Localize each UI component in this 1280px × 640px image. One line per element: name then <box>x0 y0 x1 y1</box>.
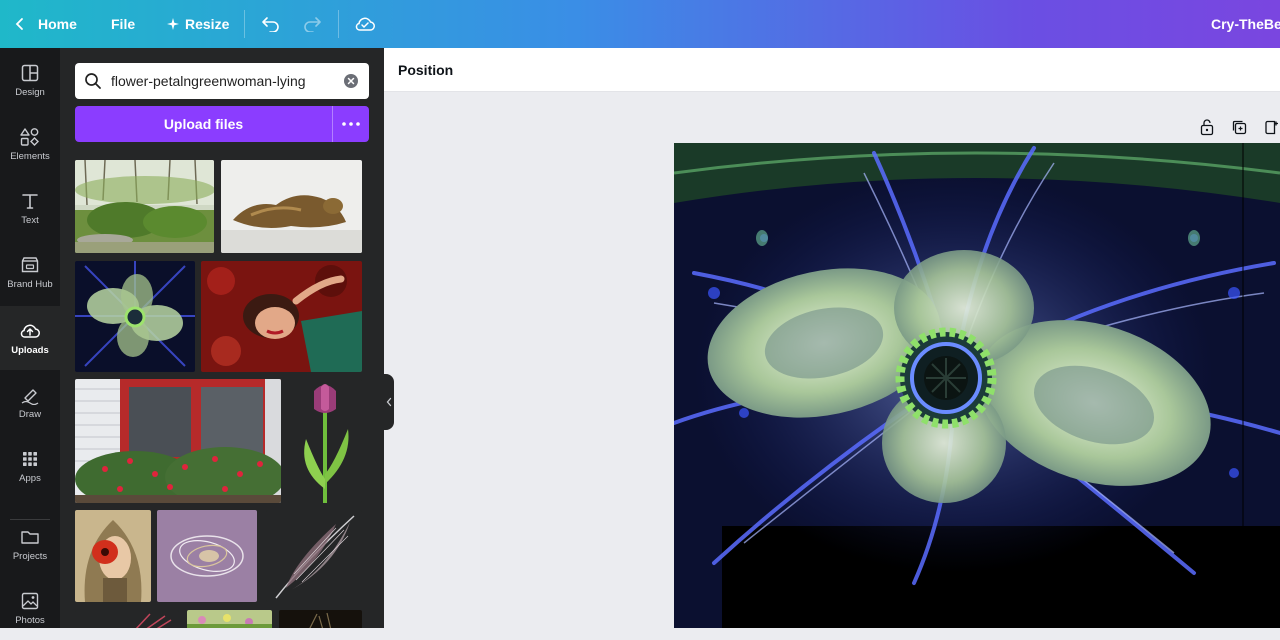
lock-page-button[interactable] <box>1199 117 1215 137</box>
file-label: File <box>111 16 136 32</box>
rail-item-projects[interactable]: Projects <box>0 512 60 576</box>
upload-files-label: Upload files <box>163 116 244 132</box>
home-button[interactable]: Home <box>14 0 77 48</box>
woman-with-flower-image <box>75 510 151 602</box>
undo-button[interactable] <box>261 0 281 48</box>
rail-item-label: Uploads <box>11 344 49 356</box>
tulip-field-image <box>187 610 272 628</box>
text-icon <box>22 193 38 209</box>
duplicate-page-button[interactable] <box>1231 117 1248 137</box>
undo-icon <box>262 17 279 32</box>
rail-item-label: Photos <box>15 614 45 626</box>
rail-item-brand-hub[interactable]: Brand Hub <box>0 240 60 304</box>
cloud-save-button[interactable] <box>354 0 376 48</box>
redo-button[interactable] <box>302 0 322 48</box>
mud-maid-garden-image <box>75 160 214 253</box>
cloud-check-icon <box>355 17 375 31</box>
file-menu-button[interactable]: File <box>111 0 135 48</box>
uploaded-image-thumbnail[interactable] <box>75 379 281 503</box>
dark-flower-image <box>279 610 362 628</box>
add-page-icon <box>1265 120 1278 134</box>
design-icon <box>21 64 39 81</box>
context-toolbar: Position <box>384 48 1280 92</box>
uploaded-image-thumbnail[interactable] <box>157 510 257 602</box>
topbar-divider <box>338 10 339 38</box>
rail-item-uploads[interactable]: Uploads <box>0 306 60 370</box>
rail-item-apps[interactable]: Apps <box>0 434 60 498</box>
draw-icon <box>21 388 39 405</box>
side-rail: Design Elements Text Brand Hub Uploads D… <box>0 48 60 628</box>
rail-item-text[interactable]: Text <box>0 176 60 240</box>
more-options-button[interactable] <box>333 106 369 142</box>
rail-item-draw[interactable]: Draw <box>0 370 60 434</box>
uploaded-image-thumbnail[interactable] <box>221 160 362 253</box>
abstract-swirl-image <box>157 510 257 602</box>
search-input[interactable]: flower-petalngreenwoman-lying <box>111 73 306 89</box>
position-button[interactable]: Position <box>398 48 453 92</box>
design-canvas[interactable] <box>674 143 1280 628</box>
uploaded-image-thumbnail[interactable] <box>75 261 195 372</box>
photos-icon <box>21 592 39 609</box>
uploaded-image-thumbnail[interactable] <box>201 261 362 372</box>
rail-item-label: Text <box>21 214 39 226</box>
uploaded-image-thumbnail[interactable] <box>75 160 214 253</box>
window-flowers-image <box>75 379 281 503</box>
editor-topbar: Home File Resize Cry-TheBel <box>0 0 1280 48</box>
woman-lying-roses-image <box>201 261 362 372</box>
resize-label: Resize <box>185 16 230 32</box>
rail-item-label: Design <box>15 86 45 98</box>
lock-icon <box>1200 119 1214 136</box>
uploaded-image-thumbnail[interactable] <box>288 379 362 503</box>
resize-button[interactable]: Resize <box>167 0 229 48</box>
home-label: Home <box>38 16 77 32</box>
search-icon <box>85 73 101 89</box>
chevron-left-icon <box>386 397 392 407</box>
uploaded-image-thumbnail[interactable] <box>75 610 179 628</box>
redo-icon <box>304 17 321 32</box>
uploaded-image-thumbnail[interactable] <box>266 510 362 602</box>
rail-item-label: Brand Hub <box>7 278 53 290</box>
clear-search-icon[interactable] <box>343 73 359 89</box>
brand-hub-icon <box>21 256 39 272</box>
folder-icon <box>21 530 39 544</box>
rail-item-elements[interactable]: Elements <box>0 112 60 176</box>
chevron-left-icon <box>15 18 23 30</box>
elements-icon <box>20 127 39 146</box>
rail-item-label: Elements <box>10 150 50 162</box>
rail-item-photos[interactable]: Photos <box>0 576 60 640</box>
add-page-button[interactable] <box>1264 117 1280 137</box>
search-field[interactable]: flower-petalngreenwoman-lying <box>75 63 369 99</box>
uploaded-image-thumbnail[interactable] <box>75 510 151 602</box>
uploads-panel: flower-petalngreenwoman-lying Upload fil… <box>60 48 384 628</box>
uploads-icon <box>20 324 40 338</box>
uploaded-image-thumbnail[interactable] <box>279 610 362 628</box>
purple-tulip-image <box>288 379 362 503</box>
sparkle-icon <box>167 18 179 30</box>
feather-image <box>266 510 362 602</box>
topbar-divider <box>244 10 245 38</box>
rail-item-label: Apps <box>19 472 41 484</box>
apps-icon <box>23 451 37 466</box>
plant-image <box>75 610 179 628</box>
bronze-sculpture-image <box>221 160 362 253</box>
uploaded-image-thumbnail[interactable] <box>187 610 272 628</box>
duplicate-icon <box>1232 120 1247 134</box>
fractal-flower-artwork <box>674 143 1280 628</box>
document-title[interactable]: Cry-TheBel <box>1211 0 1280 48</box>
more-horizontal-icon <box>342 122 360 126</box>
rail-item-design[interactable]: Design <box>0 48 60 112</box>
fractal-flower-image <box>75 261 195 372</box>
rail-item-label: Draw <box>18 408 42 420</box>
collapse-panel-handle[interactable] <box>384 374 394 430</box>
upload-files-button[interactable]: Upload files <box>75 106 369 142</box>
rail-item-label: Projects <box>12 550 48 562</box>
